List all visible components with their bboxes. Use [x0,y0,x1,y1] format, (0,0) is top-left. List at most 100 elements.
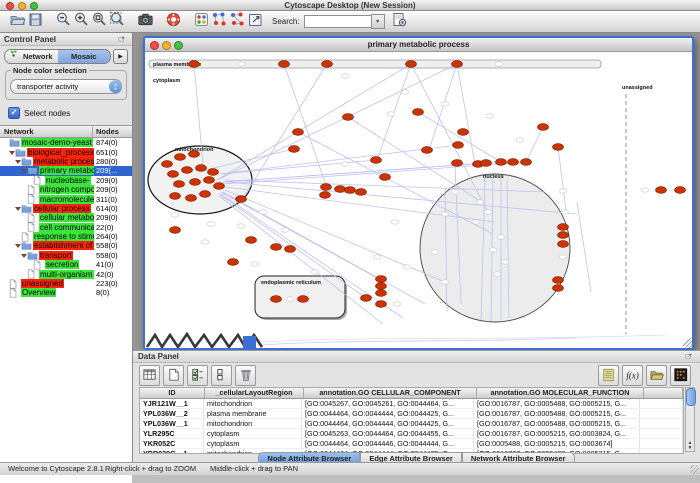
network-node[interactable] [376,276,387,283]
column-header[interactable]: ID [140,388,205,398]
table-row[interactable]: YLR295Ccytoplasm[GO:0045263, GO:0044464,… [140,429,683,439]
unselect-attributes-icon[interactable] [211,365,232,386]
tree-col-network[interactable]: Network [0,126,93,137]
zoom-fit-icon[interactable] [90,10,108,28]
network-label-node[interactable] [431,250,439,254]
network-node[interactable] [208,169,219,176]
network-node[interactable] [175,154,186,161]
network-node[interactable] [200,191,211,198]
tree-row[interactable]: metabolic process280(0) [0,157,132,166]
network-node[interactable] [189,61,200,68]
network-label-node[interactable] [472,220,480,224]
network-node[interactable] [376,301,387,308]
network-label-node[interactable] [501,260,509,264]
network-label-node[interactable] [441,102,449,106]
network-node[interactable] [371,157,382,164]
minimize-icon[interactable] [162,41,171,50]
network-label-node[interactable] [251,262,259,266]
expander-icon[interactable] [14,241,21,250]
network-label-node[interactable] [237,62,245,66]
network-node[interactable] [538,124,549,131]
open-folder-icon[interactable] [646,365,667,386]
scrollbar-arrows[interactable]: ▲▼ [686,441,694,451]
select-attributes-icon[interactable] [187,365,208,386]
float-panel-icon[interactable] [685,352,695,361]
network-node[interactable] [361,295,372,302]
network-label-node[interactable] [201,240,209,244]
network-label-node[interactable] [391,220,399,224]
network-node[interactable] [320,192,331,199]
node-color-select[interactable]: transporter activity ▲▼ [10,79,122,94]
expander-icon[interactable] [20,251,27,260]
network-node[interactable] [246,237,257,244]
close-icon[interactable] [150,41,159,50]
network-node[interactable] [376,283,387,290]
zoom-out-icon[interactable] [54,10,72,28]
window-resize-grip[interactable] [683,338,692,348]
tree-row[interactable]: establishment of lo558(0) [0,241,132,250]
tab-network[interactable]: Network [5,50,58,63]
network-node[interactable] [343,114,354,121]
tree-row[interactable]: multi-organism pro42(0) [0,269,132,278]
network-node[interactable] [356,189,367,196]
network-node[interactable] [285,246,296,253]
tree-row[interactable]: unassigned223(0) [0,279,132,288]
expander-icon[interactable] [20,166,27,175]
tab-mosaic[interactable]: Mosaic [58,50,111,63]
network-label-node[interactable] [237,224,245,228]
network-label-node[interactable] [373,255,381,259]
network-node[interactable] [289,146,300,153]
column-header[interactable]: annotation.GO MOLECULAR_FUNCTION [477,388,644,398]
network-node[interactable] [508,159,519,166]
network-node[interactable] [380,174,391,181]
select-nodes-checkbox[interactable]: ✓ [8,107,20,119]
tree-row[interactable]: cellular metabo209(0) [0,213,132,222]
new-attribute-icon[interactable] [163,365,184,386]
tree-col-nodes[interactable]: Nodes [93,126,132,137]
network-label-node[interactable] [476,200,484,204]
expander-icon[interactable] [14,157,21,166]
network-label-node[interactable] [341,162,349,166]
network-node[interactable] [558,232,569,239]
network-label-node[interactable] [559,255,567,259]
network-label-node[interactable] [495,62,503,66]
network-node[interactable] [298,296,309,303]
network-node[interactable] [553,144,564,151]
network-label-node[interactable] [341,74,349,78]
tab-overflow-button[interactable]: ▶ [113,49,128,64]
network-node[interactable] [558,224,569,231]
help-icon[interactable] [164,10,182,28]
network-window[interactable]: primary metabolic process plasma membran… [143,36,694,350]
network-node[interactable] [236,196,247,203]
column-header[interactable]: annotation.GO CELLULAR_COMPONENT [304,388,477,398]
network-node[interactable] [521,159,532,166]
network-node[interactable] [335,186,346,193]
network-node[interactable] [453,142,464,149]
hide-selected-icon[interactable] [210,10,228,28]
network-label-node[interactable] [387,112,395,116]
network-label-node[interactable] [561,210,569,214]
tree-row[interactable]: Overview8(0) [0,288,132,297]
network-node[interactable] [162,161,173,168]
network-label-node[interactable] [207,222,215,226]
network-label-node[interactable] [641,188,649,192]
network-node[interactable] [168,171,179,178]
resize-grip[interactable] [690,465,699,474]
table-row[interactable]: YKR052Ccytoplasm[GO:0044464, GO:0044446,… [140,439,683,449]
tree-row[interactable]: primary metabo209(... [0,166,132,175]
network-label-node[interactable] [516,138,524,142]
save-icon[interactable] [26,10,44,28]
open-icon[interactable] [8,10,26,28]
search-options-icon[interactable] [391,10,409,28]
network-node[interactable] [189,151,200,158]
column-header[interactable]: _cellularLayoutRegion [205,388,304,398]
tree-row[interactable]: cellular process614(0) [0,204,132,213]
network-node[interactable] [190,179,201,186]
tree-row[interactable]: secretion41(0) [0,260,132,269]
network-node[interactable] [293,129,304,136]
network-label-node[interactable] [497,235,505,239]
network-label-node[interactable] [286,297,294,301]
maximize-icon[interactable] [174,41,183,50]
tree-row[interactable]: biological_process651(0) [0,147,132,156]
network-node[interactable] [481,160,492,167]
